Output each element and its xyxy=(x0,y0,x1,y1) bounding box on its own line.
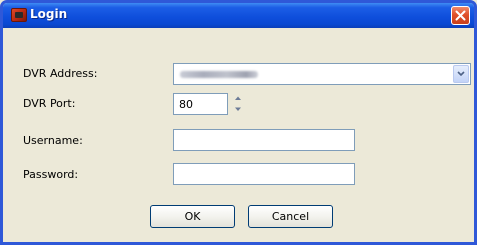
dvr-port-input[interactable]: 80 xyxy=(173,93,228,115)
spin-up-icon[interactable] xyxy=(231,93,245,104)
dvr-address-label: DVR Address: xyxy=(23,67,98,80)
password-label: Password: xyxy=(23,168,79,181)
dvr-address-combobox[interactable] xyxy=(173,63,471,85)
dropdown-button[interactable] xyxy=(453,65,469,83)
port-spinner[interactable] xyxy=(231,93,245,115)
chevron-down-icon xyxy=(457,71,465,77)
dvr-address-value-redacted xyxy=(180,71,258,78)
close-icon xyxy=(455,10,466,21)
login-dialog: Login DVR Address: DVR Port: 80 Username… xyxy=(0,0,477,245)
spin-down-icon[interactable] xyxy=(231,104,245,115)
window-title: Login xyxy=(30,7,68,21)
username-label: Username: xyxy=(23,134,83,147)
cancel-button[interactable]: Cancel xyxy=(248,205,333,228)
dvr-port-label: DVR Port: xyxy=(23,97,76,110)
ok-button[interactable]: OK xyxy=(150,205,235,228)
dvr-app-icon xyxy=(11,8,27,22)
close-button[interactable] xyxy=(451,6,470,25)
title-bar[interactable]: Login xyxy=(3,3,474,28)
password-input[interactable] xyxy=(173,163,355,185)
username-input[interactable] xyxy=(173,129,355,151)
dvr-port-value: 80 xyxy=(179,98,193,111)
